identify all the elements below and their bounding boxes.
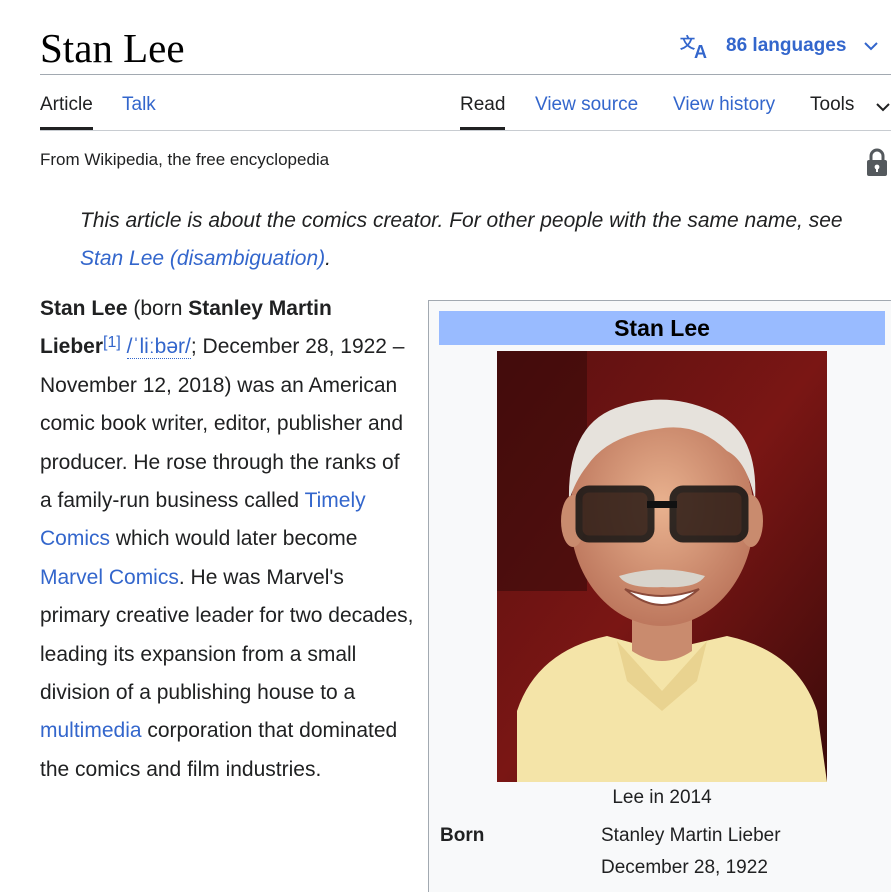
tab-view-history[interactable]: View history xyxy=(673,94,775,130)
hatnote: This article is about the comics creator… xyxy=(80,202,860,278)
born-name: Stanley Martin Lieber xyxy=(601,825,781,846)
hatnote-text: This article is about the comics creator… xyxy=(80,209,843,232)
marvel-comics-link[interactable]: Marvel Comics xyxy=(40,566,179,589)
born-label: Born xyxy=(440,825,485,846)
tabs-divider xyxy=(40,130,891,131)
tab-view-source[interactable]: View source xyxy=(535,94,638,130)
page-title: Stan Lee xyxy=(40,25,185,71)
tools-menu[interactable]: Tools xyxy=(810,94,854,130)
language-selector[interactable]: 文 A 86 languages xyxy=(680,33,879,59)
infobox: Stan Lee Lee in 2014 Born Stanley Martin… xyxy=(428,300,891,892)
portrait-image xyxy=(497,351,827,782)
chevron-down-icon xyxy=(864,42,879,51)
site-tagline: From Wikipedia, the free encyclopedia xyxy=(40,150,330,169)
multimedia-link[interactable]: multimedia xyxy=(40,719,142,742)
chevron-down-icon[interactable] xyxy=(876,102,890,112)
subject-name: Stan Lee xyxy=(40,297,128,320)
lead-paragraph: Stan Lee (born Stanley Martin Lieber[1] … xyxy=(40,290,415,789)
pronunciation-link[interactable]: /ˈliːbər/ xyxy=(126,335,191,360)
lead-text: which would later become xyxy=(110,527,358,551)
lead-text: ; December 28, 1922 – November 12, 2018)… xyxy=(40,335,405,513)
born-date: December 28, 1922 xyxy=(601,857,768,878)
languages-label[interactable]: 86 languages xyxy=(726,35,846,57)
infobox-title: Stan Lee xyxy=(439,311,885,345)
svg-text:A: A xyxy=(694,42,707,59)
tab-article[interactable]: Article xyxy=(40,94,93,130)
infobox-photo[interactable] xyxy=(497,351,827,782)
hatnote-period: . xyxy=(325,247,331,270)
lead-text: (born xyxy=(127,297,189,320)
translate-icon: 文 A xyxy=(680,34,707,59)
tab-talk[interactable]: Talk xyxy=(122,94,156,130)
infobox-caption: Lee in 2014 xyxy=(612,787,712,808)
lock-icon[interactable] xyxy=(865,147,889,177)
tab-read[interactable]: Read xyxy=(460,94,506,130)
title-divider xyxy=(40,74,891,75)
disambiguation-link[interactable]: Stan Lee (disambiguation) xyxy=(80,247,325,270)
reference-link[interactable]: [1] xyxy=(103,334,121,351)
